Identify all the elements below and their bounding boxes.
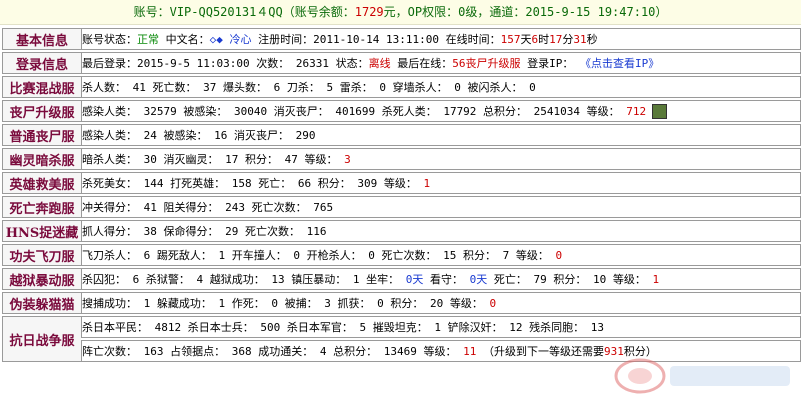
stat-text: 1 [652, 273, 660, 286]
stat-text: 0 [489, 297, 497, 310]
stat-text: 死亡： 79 积分： 10 等级： [487, 273, 653, 286]
stat-text: 账号状态： [82, 33, 137, 46]
row-stats: 最后登录：2015-9-5 11:03:00 次数： 26331 状态：离线 最… [81, 52, 801, 74]
account-text-pre: 账号：VIP-QQ520131４QQ（账号余额： [133, 5, 355, 19]
stat-text: 搜捕成功： 1 躲藏成功： 1 作死： 0 被捕： 3 抓获： 0 积分： 20… [82, 297, 490, 310]
stat-text: 注册时间：2011-10-14 13:11:00 在线时间： [251, 33, 501, 46]
stat-text: 感染人类： 32579 被感染： 30040 消灭丧尸： 401699 杀死人类… [82, 104, 627, 118]
row-label: 丧尸升级服 [2, 100, 81, 122]
row-stats: 飞刀杀人： 6 踢死敌人： 1 开车撞人： 0 开枪杀人： 0 死亡次数： 15… [81, 244, 801, 266]
table-row: 功夫飞刀服 飞刀杀人： 6 踢死敌人： 1 开车撞人： 0 开枪杀人： 0 死亡次… [2, 244, 801, 266]
row-stats: 杀人数： 41 死亡数： 37 爆头数： 6 刀杀： 5 雷杀： 0 穿墙杀人：… [81, 76, 801, 98]
row-stats: 杀死美女： 144 打死英雄： 158 死亡： 66 积分： 309 等级： 1 [81, 172, 801, 194]
row-label: 基本信息 [2, 28, 81, 50]
stat-text: 暗杀人类： 30 消灭幽灵： 17 积分： 47 等级： [82, 153, 345, 166]
account-text-post: ） [655, 5, 668, 19]
row-stats: 暗杀人类： 30 消灭幽灵： 17 积分： 47 等级： 3 [81, 148, 801, 170]
stat-text: 感染人类： 24 被感染： 16 消灭丧尸： 290 [82, 129, 316, 142]
balance-value: 1729 [354, 5, 384, 19]
table-row: 英雄救美服 杀死美女： 144 打死英雄： 158 死亡： 66 积分： 309 … [2, 172, 801, 194]
stat-text: 3 [344, 153, 351, 166]
row-stats: 感染人类： 32579 被感染： 30040 消灭丧尸： 401699 杀死人类… [81, 100, 801, 122]
stat-text: 离线 [368, 57, 391, 70]
table-row: 阵亡次数： 163 占领据点： 368 成功通关： 4 总积分： 13469 等… [2, 340, 801, 362]
stat-text: 11 [463, 345, 477, 358]
table-row: 登录信息 最后登录：2015-9-5 11:03:00 次数： 26331 状态：… [2, 52, 801, 74]
table-row: 幽灵暗杀服 暗杀人类： 30 消灭幽灵： 17 积分： 47 等级： 3 [2, 148, 801, 170]
row-label: 登录信息 [2, 52, 81, 74]
stat-text: 天 [520, 33, 532, 46]
stat-text: 杀日本平民： 4812 杀日本士兵： 500 杀日本军官： 5 摧毁坦克： 1 … [82, 321, 604, 334]
stat-text: 17 [549, 33, 563, 46]
stat-text: 0天 [469, 273, 488, 286]
row-label: 比赛混战服 [2, 76, 81, 98]
stat-text: （升级到下一等级还需要 [476, 345, 604, 358]
stat-text: 抓人得分： 38 保命得分： 29 死亡次数： 116 [82, 225, 327, 238]
row-label: 伪装躲猫猫 [2, 292, 81, 314]
stat-text: 杀人数： 41 死亡数： 37 爆头数： 6 刀杀： 5 雷杀： 0 穿墙杀人：… [82, 81, 536, 94]
table-row: 普通丧尸服 感染人类： 24 被感染： 16 消灭丧尸： 290 [2, 124, 801, 146]
stat-text: 最后登录：2015-9-5 11:03:00 次数： 26331 状态： [82, 57, 369, 70]
stat-text: 积分） [623, 345, 657, 358]
row-stats: 抓人得分： 38 保命得分： 29 死亡次数： 116 [81, 220, 801, 242]
row-stats: 搜捕成功： 1 躲藏成功： 1 作死： 0 被捕： 3 抓获： 0 积分： 20… [81, 292, 801, 314]
channel-datetime: 2015-9-15 19:47:10 [525, 5, 656, 19]
stat-text: 阵亡次数： 163 占领据点： 368 成功通关： 4 总积分： 13469 等… [82, 345, 464, 358]
row-label: 幽灵暗杀服 [2, 148, 81, 170]
row-stats: 杀囚犯： 6 杀狱警： 4 越狱成功： 13 镇压暴动： 1 坐牢： 0天 看守… [81, 268, 801, 290]
row-label: 普通丧尸服 [2, 124, 81, 146]
stat-text: 登录IP： [520, 57, 580, 70]
stat-text: 冲关得分： 41 阻关得分： 243 死亡次数： 765 [82, 201, 334, 214]
stat-text: 飞刀杀人： 6 踢死敌人： 1 开车撞人： 0 开枪杀人： 0 死亡次数： 15… [82, 249, 556, 262]
stat-text: 56丧尸升级服 [452, 57, 521, 70]
stat-text: 0天 [405, 273, 424, 286]
stat-text: ◇◆ 冷心 [209, 33, 252, 46]
row-stats: 感染人类： 24 被感染： 16 消灭丧尸： 290 [81, 124, 801, 146]
table-row: 基本信息 账号状态：正常 中文名：◇◆ 冷心 注册时间：2011-10-14 13… [2, 28, 801, 50]
stat-text: 分 [562, 33, 574, 46]
stat-text: 31 [573, 33, 587, 46]
row-label: 死亡奔跑服 [2, 196, 81, 218]
row-label: 抗日战争服 [2, 316, 81, 362]
row-stats: 账号状态：正常 中文名：◇◆ 冷心 注册时间：2011-10-14 13:11:… [81, 28, 801, 50]
stat-text: 时 [538, 33, 550, 46]
table-row: 死亡奔跑服 冲关得分： 41 阻关得分： 243 死亡次数： 765 [2, 196, 801, 218]
stat-text: 0 [555, 249, 563, 262]
player-stats-table: 基本信息 账号状态：正常 中文名：◇◆ 冷心 注册时间：2011-10-14 13… [2, 26, 801, 364]
stat-text: 杀死美女： 144 打死英雄： 158 死亡： 66 积分： 309 等级： [82, 177, 424, 190]
row-label: 越狱暴动服 [2, 268, 81, 290]
table-row: 越狱暴动服 杀囚犯： 6 杀狱警： 4 越狱成功： 13 镇压暴动： 1 坐牢： … [2, 268, 801, 290]
table-row: 抗日战争服 杀日本平民： 4812 杀日本士兵： 500 杀日本军官： 5 摧毁坦… [2, 316, 801, 362]
stat-text: 931 [603, 345, 624, 358]
stat-text: 157 [500, 33, 521, 46]
table-row: 比赛混战服 杀人数： 41 死亡数： 37 爆头数： 6 刀杀： 5 雷杀： 0 … [2, 76, 801, 98]
row-stats: 阵亡次数： 163 占领据点： 368 成功通关： 4 总积分： 13469 等… [81, 340, 801, 362]
account-text-mid: 元，OP权限：0级，通道： [383, 5, 526, 19]
stat-text: 最后在线： [390, 57, 453, 70]
stat-text[interactable]: 《点击查看IP》 [580, 57, 659, 70]
stat-text: 秒 [586, 33, 598, 46]
stat-text: 中文名： [159, 33, 210, 46]
row-label: HNS捉迷藏 [2, 220, 81, 242]
table-row: 丧尸升级服 感染人类： 32579 被感染： 30040 消灭丧尸： 401699… [2, 100, 801, 122]
stat-text: 1 [423, 177, 431, 190]
row-label: 功夫飞刀服 [2, 244, 81, 266]
row-stats: 冲关得分： 41 阻关得分： 243 死亡次数： 765 [81, 196, 801, 218]
table-row: HNS捉迷藏 抓人得分： 38 保命得分： 29 死亡次数： 116 [2, 220, 801, 242]
player-avatar-icon [652, 104, 668, 120]
table-row: 伪装躲猫猫 搜捕成功： 1 躲藏成功： 1 作死： 0 被捕： 3 抓获： 0 积… [2, 292, 801, 314]
account-summary-bar: 账号：VIP-QQ520131４QQ（账号余额：1729元，OP权限：0级，通道… [0, 0, 801, 25]
stat-text: 712 [626, 104, 647, 118]
stat-text: 看守： [423, 273, 470, 286]
row-stats: 杀日本平民： 4812 杀日本士兵： 500 杀日本军官： 5 摧毁坦克： 1 … [81, 316, 801, 338]
stat-text: 杀囚犯： 6 杀狱警： 4 越狱成功： 13 镇压暴动： 1 坐牢： [82, 273, 406, 286]
row-label: 英雄救美服 [2, 172, 81, 194]
stat-text: 正常 [137, 33, 159, 46]
